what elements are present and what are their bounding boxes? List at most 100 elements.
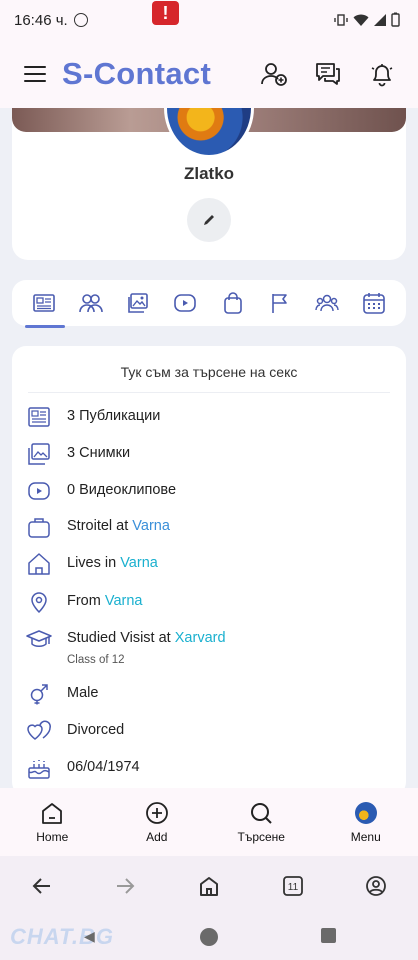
status-time: 16:46 ч. bbox=[14, 11, 68, 29]
info-row-videos[interactable]: 0 Видеоклипове bbox=[26, 478, 396, 504]
edit-profile-button[interactable] bbox=[187, 198, 231, 242]
from-label: From bbox=[67, 593, 105, 609]
about-card: Тук съм за търсене на секс 3 Публикации … bbox=[12, 346, 406, 796]
tab-pages[interactable] bbox=[263, 286, 297, 320]
tab-friends[interactable] bbox=[74, 286, 108, 320]
menu-avatar bbox=[354, 802, 377, 824]
nav-add[interactable]: Add bbox=[117, 800, 197, 844]
tab-events[interactable] bbox=[357, 286, 391, 320]
search-icon bbox=[251, 803, 272, 824]
nav-home-label: Home bbox=[36, 830, 69, 844]
videos-icon bbox=[26, 478, 52, 504]
class-of: Class of 12 bbox=[67, 654, 125, 666]
chat-bg-watermark: CHAT.BG bbox=[10, 924, 114, 949]
gender-value: Male bbox=[67, 685, 99, 701]
tab-videos[interactable] bbox=[168, 286, 202, 320]
system-home-icon[interactable] bbox=[200, 928, 218, 946]
tabs-count-icon[interactable]: 11 bbox=[282, 875, 304, 897]
nav-search[interactable]: Търсене bbox=[221, 800, 301, 844]
forward-arrow-icon[interactable] bbox=[114, 875, 136, 897]
hamburger-menu-icon[interactable] bbox=[24, 66, 46, 82]
wifi-icon bbox=[353, 14, 369, 26]
videos-icon bbox=[174, 294, 197, 312]
profile-name: Zlatko bbox=[183, 164, 235, 183]
browser-toolbar: 11 bbox=[0, 856, 418, 916]
system-back-icon[interactable]: ◀ bbox=[84, 928, 95, 945]
publications-icon bbox=[26, 404, 52, 430]
profile-card: Zlatko bbox=[12, 108, 406, 260]
status-bar: 16:46 ч. ! bbox=[0, 0, 418, 40]
status-icons bbox=[334, 12, 400, 27]
info-row-birthday: 06/04/1974 bbox=[26, 755, 396, 781]
pencil-icon bbox=[204, 215, 214, 225]
info-row-work: Stroitel at Varna bbox=[26, 514, 396, 540]
photos-icon bbox=[128, 293, 148, 313]
info-row-from: From Varna bbox=[26, 589, 396, 615]
bottom-nav: Home Add Търсене Menu bbox=[0, 788, 418, 856]
birthday-cake-icon bbox=[26, 755, 52, 781]
location-pin-icon bbox=[26, 589, 52, 615]
profile-tabs bbox=[12, 280, 406, 328]
from-link[interactable]: Varna bbox=[105, 593, 143, 609]
lives-in-label: Lives in bbox=[67, 555, 121, 571]
vibrate-icon bbox=[334, 13, 348, 26]
notifications-bell-icon[interactable] bbox=[368, 60, 396, 88]
publications-icon bbox=[32, 294, 55, 312]
videos-count: 0 Видеоклипове bbox=[67, 482, 177, 498]
divider bbox=[28, 392, 390, 393]
photos-icon bbox=[26, 441, 52, 467]
add-icon bbox=[145, 802, 168, 824]
system-recents-icon[interactable] bbox=[321, 928, 336, 943]
photos-count: 3 Снимки bbox=[67, 445, 131, 461]
groups-icon bbox=[315, 294, 339, 312]
browser-home-icon[interactable] bbox=[198, 875, 220, 897]
alert-icon: ! bbox=[152, 1, 179, 25]
studied-label: Studied Visist at bbox=[67, 630, 175, 646]
viber-icon bbox=[73, 13, 88, 27]
tab-publications[interactable] bbox=[24, 286, 65, 328]
studied-link[interactable]: Xarvard bbox=[175, 630, 226, 646]
hearts-icon bbox=[26, 718, 52, 744]
info-row-photos[interactable]: 3 Снимки bbox=[26, 441, 396, 467]
add-friend-icon[interactable] bbox=[260, 60, 288, 88]
shop-icon bbox=[223, 292, 242, 314]
graduation-cap-icon bbox=[26, 626, 52, 652]
tab-count: 11 bbox=[287, 882, 298, 893]
tab-photos[interactable] bbox=[121, 286, 155, 320]
calendar-icon bbox=[363, 293, 386, 314]
app-bar: S-Contact bbox=[0, 40, 418, 108]
info-row-education: Studied Visist at Xarvard Class of 12 bbox=[26, 626, 396, 669]
battery-icon bbox=[391, 12, 400, 27]
nav-menu-label: Menu bbox=[350, 830, 381, 844]
friends-icon bbox=[79, 294, 103, 313]
work-label: Stroitel at bbox=[67, 518, 133, 534]
lives-in-link[interactable]: Varna bbox=[120, 555, 158, 571]
nav-add-label: Add bbox=[146, 830, 168, 844]
nav-home[interactable]: Home bbox=[12, 800, 92, 844]
info-row-relationship: Divorced bbox=[26, 718, 396, 744]
tab-shop[interactable] bbox=[216, 286, 250, 320]
publications-count: 3 Публикации bbox=[67, 408, 161, 424]
account-icon[interactable] bbox=[365, 875, 387, 897]
info-row-publications[interactable]: 3 Публикации bbox=[26, 404, 396, 430]
tab-groups[interactable] bbox=[310, 286, 344, 320]
relationship-value: Divorced bbox=[67, 722, 125, 738]
flag-icon bbox=[272, 294, 287, 313]
profile-avatar[interactable] bbox=[164, 108, 254, 158]
back-arrow-icon[interactable] bbox=[31, 875, 53, 897]
home-icon bbox=[42, 803, 63, 824]
home-icon bbox=[26, 551, 52, 577]
signal-icon bbox=[374, 13, 386, 26]
messages-icon[interactable] bbox=[314, 60, 342, 88]
info-row-gender: Male bbox=[26, 681, 396, 707]
nav-search-label: Търсене bbox=[237, 830, 285, 844]
work-place-link[interactable]: Varna bbox=[132, 518, 170, 534]
profile-bio: Тук съм за търсене на секс bbox=[120, 364, 298, 380]
briefcase-icon bbox=[26, 514, 52, 540]
info-row-lives-in: Lives in Varna bbox=[26, 551, 396, 577]
app-logo[interactable]: S-Contact bbox=[62, 56, 211, 92]
app-bar-actions bbox=[260, 60, 396, 88]
nav-menu[interactable]: Menu bbox=[326, 800, 406, 844]
gender-icon bbox=[26, 681, 52, 707]
birthday-value: 06/04/1974 bbox=[67, 759, 140, 775]
